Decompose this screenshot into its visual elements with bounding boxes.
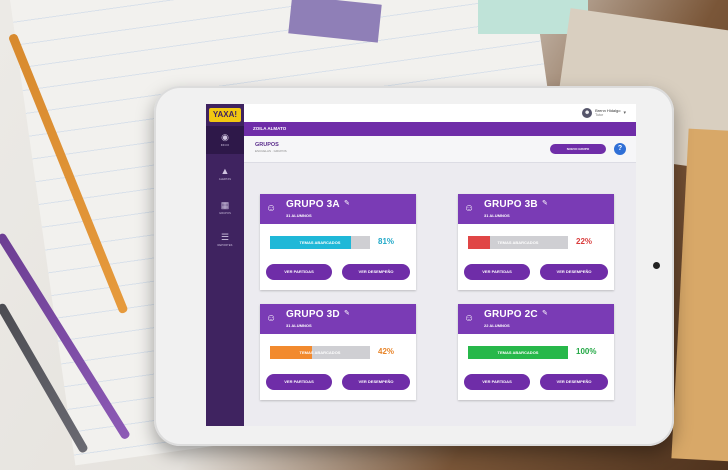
group-icon: ☺ (464, 313, 475, 324)
avatar: ☻ (582, 108, 593, 118)
new-group-button[interactable]: NUEVO GRUPO (550, 144, 606, 154)
sidebar-item-inicio[interactable]: ◉ INICIO (206, 126, 244, 154)
reports-icon: ☰ (220, 232, 230, 242)
page-title: GRUPOS (255, 142, 279, 148)
progress-label: TEMAS ABARCADOS (497, 240, 539, 245)
topics-progress-bar: TEMAS ABARCADOS (468, 346, 568, 359)
group-name: GRUPO 2C (484, 309, 538, 320)
group-card-2c: ☺ GRUPO 2C ✎ 22 ALUMNOS TEMAS ABARCADOS … (458, 304, 614, 400)
help-icon[interactable]: ? (614, 143, 626, 155)
camera-dot (653, 262, 660, 269)
group-card-header: ☺ GRUPO 3D ✎ 31 ALUMNOS (260, 304, 416, 334)
sidebar-item-grupos[interactable]: ▦ GRUPOS (206, 194, 244, 222)
user-menu[interactable]: ☻ Brenn Hidalgo Tutor ▾ (582, 107, 626, 119)
edit-icon[interactable]: ✎ (542, 309, 548, 317)
view-performance-button[interactable]: VER DESEMPEÑO (540, 264, 608, 280)
view-performance-button[interactable]: VER DESEMPEÑO (540, 374, 608, 390)
view-matches-button[interactable]: VER PARTIDAS (464, 374, 530, 390)
topics-progress-bar: TEMAS ABARCADOS (270, 236, 370, 249)
app-screen: YAXA! ◉ INICIO ▲ ALERTAS ▦ GRUPOS ☰ REPO… (206, 104, 636, 426)
user-role: Tutor (595, 113, 604, 117)
group-name: GRUPO 3A (286, 199, 340, 210)
topics-progress-bar: TEMAS ABARCADOS (468, 236, 568, 249)
sidebar: YAXA! ◉ INICIO ▲ ALERTAS ▦ GRUPOS ☰ REPO… (206, 104, 244, 426)
sidebar-item-label: REPORTES (217, 244, 233, 247)
alert-icon: ▲ (220, 166, 230, 176)
progress-label: TEMAS ABARCADOS (299, 350, 341, 355)
group-name: GRUPO 3D (286, 309, 340, 320)
sidebar-item-label: ALERTAS (218, 178, 232, 181)
school-name-bar: ZOILA ALMATO (244, 122, 636, 136)
student-count: 31 ALUMNOS (484, 213, 510, 218)
page-heading: GRUPOS ESCUELAS · GRUPOS NUEVO GRUPO ? (244, 136, 636, 163)
progress-percent: 42% (378, 347, 395, 356)
edit-icon[interactable]: ✎ (542, 199, 548, 207)
view-performance-button[interactable]: VER DESEMPEÑO (342, 374, 410, 390)
progress-percent: 81% (378, 237, 395, 246)
app-logo[interactable]: YAXA! (209, 108, 241, 122)
dashboard-icon: ◉ (221, 132, 229, 142)
student-count: 31 ALUMNOS (286, 213, 312, 218)
group-icon: ☺ (266, 313, 277, 324)
breadcrumb[interactable]: ESCUELAS · GRUPOS (255, 149, 287, 153)
topics-progress-bar: TEMAS ABARCADOS (270, 346, 370, 359)
sidebar-item-reportes[interactable]: ☰ REPORTES (206, 226, 244, 254)
view-matches-button[interactable]: VER PARTIDAS (266, 264, 332, 280)
group-name: GRUPO 3B (484, 199, 538, 210)
group-card-header: ☺ GRUPO 3B ✎ 31 ALUMNOS (458, 194, 614, 224)
view-performance-button[interactable]: VER DESEMPEÑO (342, 264, 410, 280)
group-icon: ☺ (464, 203, 475, 214)
progress-label: TEMAS ABARCADOS (299, 240, 341, 245)
progress-percent: 100% (576, 347, 597, 356)
progress-percent: 22% (576, 237, 593, 246)
view-matches-button[interactable]: VER PARTIDAS (266, 374, 332, 390)
student-count: 31 ALUMNOS (286, 323, 312, 328)
sidebar-item-alertas[interactable]: ▲ ALERTAS (206, 160, 244, 188)
group-card-header: ☺ GRUPO 3A ✎ 31 ALUMNOS (260, 194, 416, 224)
top-bar: ☻ Brenn Hidalgo Tutor ▾ (244, 104, 636, 122)
tablet-device: YAXA! ◉ INICIO ▲ ALERTAS ▦ GRUPOS ☰ REPO… (154, 86, 674, 446)
group-card-header: ☺ GRUPO 2C ✎ 22 ALUMNOS (458, 304, 614, 334)
group-card-3a: ☺ GRUPO 3A ✎ 31 ALUMNOS TEMAS ABARCADOS … (260, 194, 416, 290)
edit-icon[interactable]: ✎ (344, 199, 350, 207)
groups-icon: ▦ (220, 200, 230, 210)
progress-label: TEMAS ABARCADOS (497, 350, 539, 355)
view-matches-button[interactable]: VER PARTIDAS (464, 264, 530, 280)
group-card-3d: ☺ GRUPO 3D ✎ 31 ALUMNOS TEMAS ABARCADOS … (260, 304, 416, 400)
user-info: Brenn Hidalgo Tutor (595, 108, 620, 118)
chevron-down-icon: ▾ (623, 110, 626, 116)
sidebar-item-label: GRUPOS (219, 212, 231, 215)
group-card-3b: ☺ GRUPO 3B ✎ 31 ALUMNOS TEMAS ABARCADOS … (458, 194, 614, 290)
edit-icon[interactable]: ✎ (344, 309, 350, 317)
student-count: 22 ALUMNOS (484, 323, 510, 328)
group-icon: ☺ (266, 203, 277, 214)
sidebar-item-label: INICIO (220, 144, 230, 147)
